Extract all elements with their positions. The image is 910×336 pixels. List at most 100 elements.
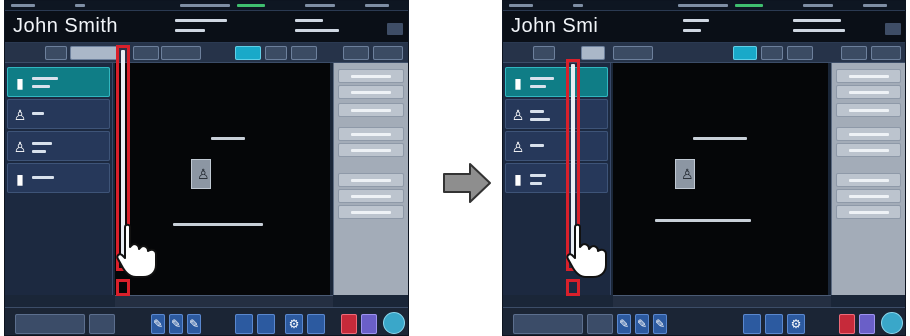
footer-button[interactable] [235,314,253,334]
tool-icon: ✎ [170,317,182,331]
person-thumbnail-icon: ♙ [681,166,694,182]
footer-button-purple[interactable] [859,314,875,334]
footer-toolbar: ✎ ✎ ✎ ⚙ [503,307,905,335]
tool-button[interactable] [836,103,901,117]
image-info-strip [613,295,831,307]
person-icon: ♙ [13,107,27,123]
footer-button-purple[interactable] [361,314,377,334]
footer-button[interactable]: ✎ [151,314,165,334]
tab-6[interactable] [265,46,287,60]
footer-button[interactable]: ✎ [169,314,183,334]
tab-4[interactable] [161,46,201,60]
footer-button-round[interactable] [881,312,903,334]
footer-button[interactable] [743,314,761,334]
footer-button[interactable] [765,314,783,334]
status-bar [503,1,905,11]
tab-1[interactable] [45,46,67,60]
scroll-end-highlight[interactable] [116,279,130,296]
footer-button[interactable] [15,314,85,334]
footer-toolbar: ✎ ✎ ✎ ⚙ [5,307,408,335]
exam-item[interactable]: ♙ [505,131,608,161]
tab-8[interactable] [841,46,867,60]
tool-button[interactable] [836,85,901,99]
tool-button[interactable] [836,189,901,203]
tool-button[interactable] [338,103,404,117]
gear-icon: ⚙ [790,317,802,331]
tab-6[interactable] [761,46,783,60]
tab-1[interactable] [533,46,555,60]
exam-item[interactable]: ♙ [7,131,110,161]
scroll-end-highlight[interactable] [566,279,580,296]
right-arrow-icon [443,163,491,203]
tool-button[interactable] [338,85,404,99]
tool-button[interactable] [338,205,404,219]
person-icon: ♙ [13,139,27,155]
tool-icon: ✎ [188,317,200,331]
tool-button[interactable] [836,69,901,83]
hand-pointer-icon [566,223,607,278]
exam-item[interactable]: ♙ [505,99,608,129]
footer-button[interactable] [307,314,325,334]
image-viewer[interactable]: ♙ [613,63,828,295]
tool-icon: ✎ [152,317,164,331]
exam-item[interactable]: ▮ [505,163,608,193]
tool-button[interactable] [836,205,901,219]
tab-3[interactable] [613,46,653,60]
tool-button[interactable] [338,143,404,157]
hand-pointer-icon [116,223,157,278]
tool-panel [831,63,905,295]
footer-button[interactable] [513,314,583,334]
exam-item[interactable]: ▮ [7,163,110,193]
footer-button-red[interactable] [341,314,357,334]
tool-button[interactable] [836,127,901,141]
tab-3[interactable] [133,46,159,60]
tool-button[interactable] [338,189,404,203]
footer-button[interactable]: ✎ [617,314,631,334]
tool-button[interactable] [338,69,404,83]
person-icon: ♙ [511,107,525,123]
image-info-strip [115,295,333,307]
patient-name: John Smith [13,15,119,37]
footer-button[interactable] [89,314,115,334]
tab-image-view[interactable] [235,46,261,60]
tab-image-view[interactable] [733,46,757,60]
tab-2[interactable] [70,46,118,60]
tab-9[interactable] [373,46,403,60]
tool-button[interactable] [338,173,404,187]
tab-7[interactable] [291,46,317,60]
footer-button[interactable]: ⚙ [787,314,805,334]
footer-button[interactable] [257,314,275,334]
tool-icon: ✎ [618,317,630,331]
tool-icon: ✎ [654,317,666,331]
tool-panel [333,63,408,295]
tab-toolbar [5,43,408,63]
status-bar [5,1,408,11]
exam-thumb-icon: ▮ [16,171,24,187]
footer-button[interactable]: ✎ [635,314,649,334]
footer-button-red[interactable] [839,314,855,334]
tool-button[interactable] [338,127,404,141]
tab-toolbar [503,43,905,63]
image-thumbnail[interactable]: ♙ [191,159,211,189]
instruction-figure: John Smith ▮ ♙ ♙ ▮ ♙ ✎ ✎ ✎ ⚙ John Smi ▮ … [0,0,910,336]
tab-2[interactable] [581,46,605,60]
patient-header: John Smi [503,11,905,43]
exam-item[interactable]: ▮ [505,67,608,97]
footer-button[interactable]: ✎ [653,314,667,334]
tool-button[interactable] [836,173,901,187]
image-thumbnail[interactable]: ♙ [675,159,695,189]
footer-button-round[interactable] [383,312,405,334]
exam-item[interactable]: ▮ [7,67,110,97]
tool-icon: ✎ [636,317,648,331]
exam-thumb-icon: ▮ [514,171,522,187]
tab-8[interactable] [343,46,369,60]
footer-button[interactable] [587,314,613,334]
exam-item[interactable]: ♙ [7,99,110,129]
person-icon: ♙ [511,139,525,155]
tab-7[interactable] [787,46,813,60]
tab-9[interactable] [871,46,901,60]
footer-button[interactable]: ✎ [187,314,201,334]
tool-button[interactable] [836,143,901,157]
gear-icon: ⚙ [288,317,300,331]
footer-button[interactable]: ⚙ [285,314,303,334]
